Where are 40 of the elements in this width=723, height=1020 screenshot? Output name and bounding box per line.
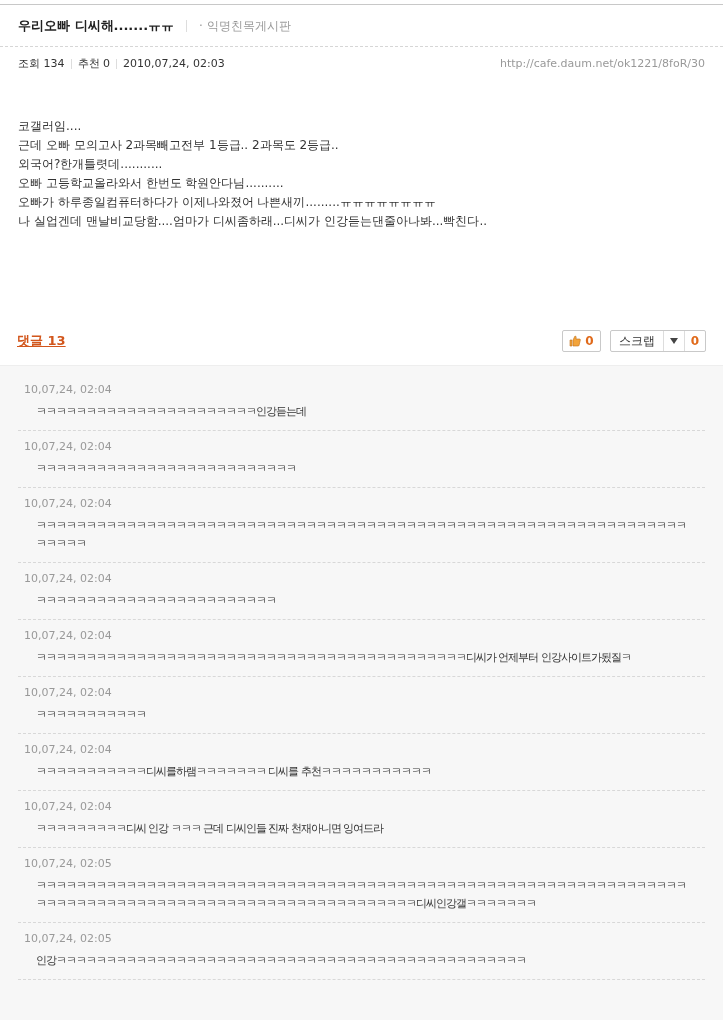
comment-time: 10,07,24, 02:05 [23,856,113,872]
post-meta: 추천 0 [77,55,110,72]
comment-text: 인강ㅋㅋㅋㅋㅋㅋㅋㅋㅋㅋㅋㅋㅋㅋㅋㅋㅋㅋㅋㅋㅋㅋㅋㅋㅋㅋㅋㅋㅋㅋㅋㅋㅋㅋㅋㅋㅋㅋㅋㅋㅋㅋㅋㅋㅋㅋㅋ [36,953,526,969]
comments-link[interactable]: 댓글 13 [17,331,66,351]
scrap-count: 0 [689,333,700,350]
comment-time: 10,07,24, 02:04 [23,799,113,815]
post-url[interactable]: http://cafe.daum.net/ok1221/8foR/30 [499,55,705,73]
body-text: 오빠 고등학교올라와서 한번도 학원안다님.......... [18,175,285,192]
post-meta: 조회 134 [18,55,65,72]
post-title: 우리오빠 디씨해.......ㅠㅠ [18,16,175,35]
comment-time: 10,07,24, 02:04 [23,496,113,512]
comment-text: ㅋㅋㅋㅋㅋㅋㅋㅋㅋㅋㅋㅋㅋㅋㅋㅋㅋㅋㅋㅋㅋㅋㅋㅋㅋㅋㅋㅋㅋㅋㅋㅋㅋㅋㅋㅋㅋㅋㅋㅋㅋㅋㅋ디씨가 언제부터 인강사이트가됬질ㅋ [36,650,631,666]
comment-text: ㅋㅋㅋㅋㅋㅋㅋㅋㅋㅋㅋㅋㅋㅋㅋㅋㅋㅋㅋㅋㅋㅋㅋㅋㅋㅋㅋㅋㅋㅋㅋㅋㅋㅋㅋㅋㅋㅋㅋㅋㅋㅋㅋㅋㅋㅋㅋㅋㅋㅋㅋㅋㅋㅋㅋㅋㅋㅋㅋㅋㅋㅋㅋㅋㅋ [36,518,686,534]
comment-text: ㅋㅋㅋㅋㅋㅋㅋㅋㅋㅋㅋㅋㅋㅋㅋㅋㅋㅋㅋㅋㅋㅋ인강듣는데 [36,404,306,420]
comment-text: ㅋㅋㅋㅋㅋㅋㅋㅋㅋㅋㅋㅋㅋㅋㅋㅋㅋㅋㅋㅋㅋㅋㅋㅋ [36,593,276,609]
thumbs-up-icon [569,335,582,347]
scrap-button[interactable]: 스크랩 0 [609,330,706,352]
comment-text: ㅋㅋㅋㅋㅋ [36,536,86,552]
comment-text: ㅋㅋㅋㅋㅋㅋㅋㅋㅋㅋㅋ [36,707,146,723]
comment-text: ㅋㅋㅋㅋㅋㅋㅋㅋㅋㅋㅋㅋㅋㅋㅋㅋㅋㅋㅋㅋㅋㅋㅋㅋㅋㅋㅋㅋㅋㅋㅋㅋㅋㅋㅋㅋㅋㅋ디씨인강갤ㅋㅋㅋㅋㅋㅋㅋ [36,896,536,912]
comment-time: 10,07,24, 02:04 [23,685,113,701]
comment-time: 10,07,24, 02:04 [23,571,113,587]
body-text: 코갤러임.... [18,118,83,135]
comment-time: 10,07,24, 02:05 [23,931,113,947]
comment-text: ㅋㅋㅋㅋㅋㅋㅋㅋㅋㅋㅋ디씨를하램ㅋㅋㅋㅋㅋㅋㅋ 디씨를 추천ㅋㅋㅋㅋㅋㅋㅋㅋㅋㅋㅋ [36,764,431,780]
comment-text: ㅋㅋㅋㅋㅋㅋㅋㅋㅋㅋㅋㅋㅋㅋㅋㅋㅋㅋㅋㅋㅋㅋㅋㅋㅋㅋ [36,461,296,477]
comment-time: 10,07,24, 02:04 [23,628,113,644]
post-meta: 2010,07,24, 02:03 [123,55,225,72]
comment-text: ㅋㅋㅋㅋㅋㅋㅋㅋㅋ디씨 인강 ㅋㅋㅋ 근데 디씨인들 진짜 천재아니면 잉여드라 [36,821,384,837]
comment-text: ㅋㅋㅋㅋㅋㅋㅋㅋㅋㅋㅋㅋㅋㅋㅋㅋㅋㅋㅋㅋㅋㅋㅋㅋㅋㅋㅋㅋㅋㅋㅋㅋㅋㅋㅋㅋㅋㅋㅋㅋㅋㅋㅋㅋㅋㅋㅋㅋㅋㅋㅋㅋㅋㅋㅋㅋㅋㅋㅋㅋㅋㅋㅋㅋㅋ [36,878,686,894]
board-name[interactable]: · 익명친목게시판 [199,16,291,35]
scrap-label[interactable]: 스크랩 [610,332,663,350]
comment-time: 10,07,24, 02:04 [23,742,113,758]
comment-time: 10,07,24, 02:04 [23,439,113,455]
like-button[interactable]: 0 [562,330,601,352]
body-text: 나 실업겐데 맨날비교당함....엄마가 디씨좀하래...디씨가 인강듣는댄줄아나봐...빡친다.. [18,213,489,230]
body-text: 오빠가 하루종일컴퓨터하다가 이제나와졌어 나쁜새끼.........ㅠㅠㅠㅠㅠㅠㅠㅠ [18,194,437,211]
body-text: 근데 오빠 모의고사 2과목빼고전부 1등급.. 2과목도 2등급.. [18,137,340,154]
comment-time: 10,07,24, 02:04 [23,382,113,398]
body-text: 외국어?한개틀렷데........... [18,156,164,173]
